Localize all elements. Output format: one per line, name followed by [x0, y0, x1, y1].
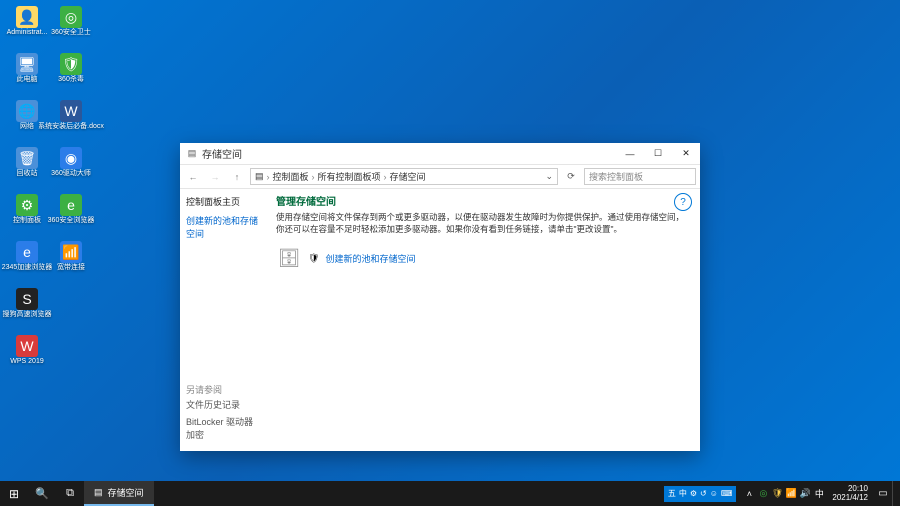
main-heading: 管理存储空间: [276, 193, 692, 208]
back-button[interactable]: ←: [184, 168, 202, 186]
chevron-down-icon[interactable]: ⌄: [545, 171, 553, 182]
address-bar[interactable]: ▤ › 控制面板 › 所有控制面板项 › 存储空间 ⌄: [250, 168, 558, 185]
sidebar-bitlocker[interactable]: BitLocker 驱动器加密: [186, 415, 262, 441]
breadcrumb-icon: ▤: [255, 171, 264, 182]
breadcrumb-1[interactable]: 控制面板: [273, 170, 309, 183]
desktop-icon-thispc[interactable]: 🖥此电脑: [6, 53, 48, 98]
desktop-icon-sogou[interactable]: S搜狗高速浏览器: [6, 288, 48, 333]
close-button[interactable]: ✕: [672, 143, 700, 165]
main-description: 使用存储空间将文件保存到两个或更多驱动器，以便在驱动器发生故障时为你提供保护。通…: [276, 212, 692, 236]
search-input[interactable]: 搜索控制面板: [584, 168, 696, 185]
sidebar-create-pool[interactable]: 创建新的池和存储空间: [186, 214, 262, 240]
tray-ime-icon[interactable]: 中: [812, 481, 826, 506]
hdd-stack-icon: 🗄: [276, 246, 302, 272]
desktop-icon-administrat[interactable]: 👤Administrat...: [6, 6, 48, 51]
desktop-icon-docx[interactable]: W系统安装后必备.docx: [50, 100, 92, 145]
desktop-icon-controlpanel[interactable]: ⚙控制面板: [6, 194, 48, 239]
desktop-icons: 👤Administrat... ◎360安全卫士 🖥此电脑 🛡360杀毒 🌐网络…: [6, 6, 92, 380]
sidebar: 控制面板主页 创建新的池和存储空间 另请参阅 文件历史记录 BitLocker …: [180, 189, 268, 451]
forward-button[interactable]: →: [206, 168, 224, 186]
desktop-icon-360driver[interactable]: ◉360驱动大师: [50, 147, 92, 192]
desktop-icon-360av[interactable]: 🛡360杀毒: [50, 53, 92, 98]
desktop-icon-360safety[interactable]: ◎360安全卫士: [50, 6, 92, 51]
desktop-icon-360browser[interactable]: e360安全浏览器: [50, 194, 92, 239]
desktop-icon-wps[interactable]: WWPS 2019: [6, 335, 48, 380]
ime-toolbar[interactable]: 五中⚙↺☺⌨: [664, 486, 737, 502]
help-icon[interactable]: ?: [674, 193, 692, 211]
sidebar-home[interactable]: 控制面板主页: [186, 195, 262, 208]
breadcrumb-2[interactable]: 所有控制面板项: [318, 170, 381, 183]
tray-network-icon[interactable]: 📶: [784, 481, 798, 506]
show-desktop-button[interactable]: [892, 481, 896, 506]
search-icon[interactable]: 🔍: [28, 481, 56, 506]
app-icon: ▤: [186, 148, 198, 160]
main-content: ? 管理存储空间 使用存储空间将文件保存到两个或更多驱动器，以便在驱动器发生故障…: [268, 189, 700, 451]
navbar: ← → ↑ ▤ › 控制面板 › 所有控制面板项 › 存储空间 ⌄ ⟳ 搜索控制…: [180, 165, 700, 189]
desktop-icon-broadband[interactable]: 📶宽带连接: [50, 241, 92, 286]
clock[interactable]: 20:10 2021/4/12: [826, 485, 874, 503]
window-title: 存储空间: [202, 146, 242, 161]
taskbar-task-storage[interactable]: ▤ 存储空间: [84, 481, 154, 506]
shield-icon: 🛡: [308, 253, 319, 264]
start-button[interactable]: ⊞: [0, 481, 28, 506]
see-also-label: 另请参阅: [186, 383, 262, 396]
desktop-icon-2345[interactable]: e2345加速浏览器: [6, 241, 48, 286]
action-center-icon[interactable]: ▭: [874, 481, 892, 506]
refresh-button[interactable]: ⟳: [562, 168, 580, 186]
tray-chevron-icon[interactable]: ˄: [742, 481, 756, 506]
sidebar-file-history[interactable]: 文件历史记录: [186, 398, 262, 411]
task-view-icon[interactable]: ⧉: [56, 481, 84, 506]
taskbar: ⊞ 🔍 ⧉ ▤ 存储空间 五中⚙↺☺⌨ ˄ ◎ 🛡 📶 🔊 中 20:10 20…: [0, 481, 900, 506]
maximize-button[interactable]: ☐: [644, 143, 672, 165]
create-action: 🗄 🛡 创建新的池和存储空间: [276, 246, 692, 272]
desktop-icon-recycle[interactable]: 🗑回收站: [6, 147, 48, 192]
titlebar[interactable]: ▤ 存储空间 — ☐ ✕: [180, 143, 700, 165]
tray-volume-icon[interactable]: 🔊: [798, 481, 812, 506]
tray-360-icon[interactable]: ◎: [756, 481, 770, 506]
task-label: 存储空间: [108, 486, 144, 499]
create-pool-link[interactable]: 创建新的池和存储空间: [325, 252, 415, 265]
breadcrumb-3[interactable]: 存储空间: [390, 170, 426, 183]
storage-spaces-window: ▤ 存储空间 — ☐ ✕ ← → ↑ ▤ › 控制面板 › 所有控制面板项 › …: [180, 143, 700, 451]
task-icon: ▤: [94, 487, 103, 498]
tray-shield-icon[interactable]: 🛡: [770, 481, 784, 506]
minimize-button[interactable]: —: [616, 143, 644, 165]
up-button[interactable]: ↑: [228, 168, 246, 186]
